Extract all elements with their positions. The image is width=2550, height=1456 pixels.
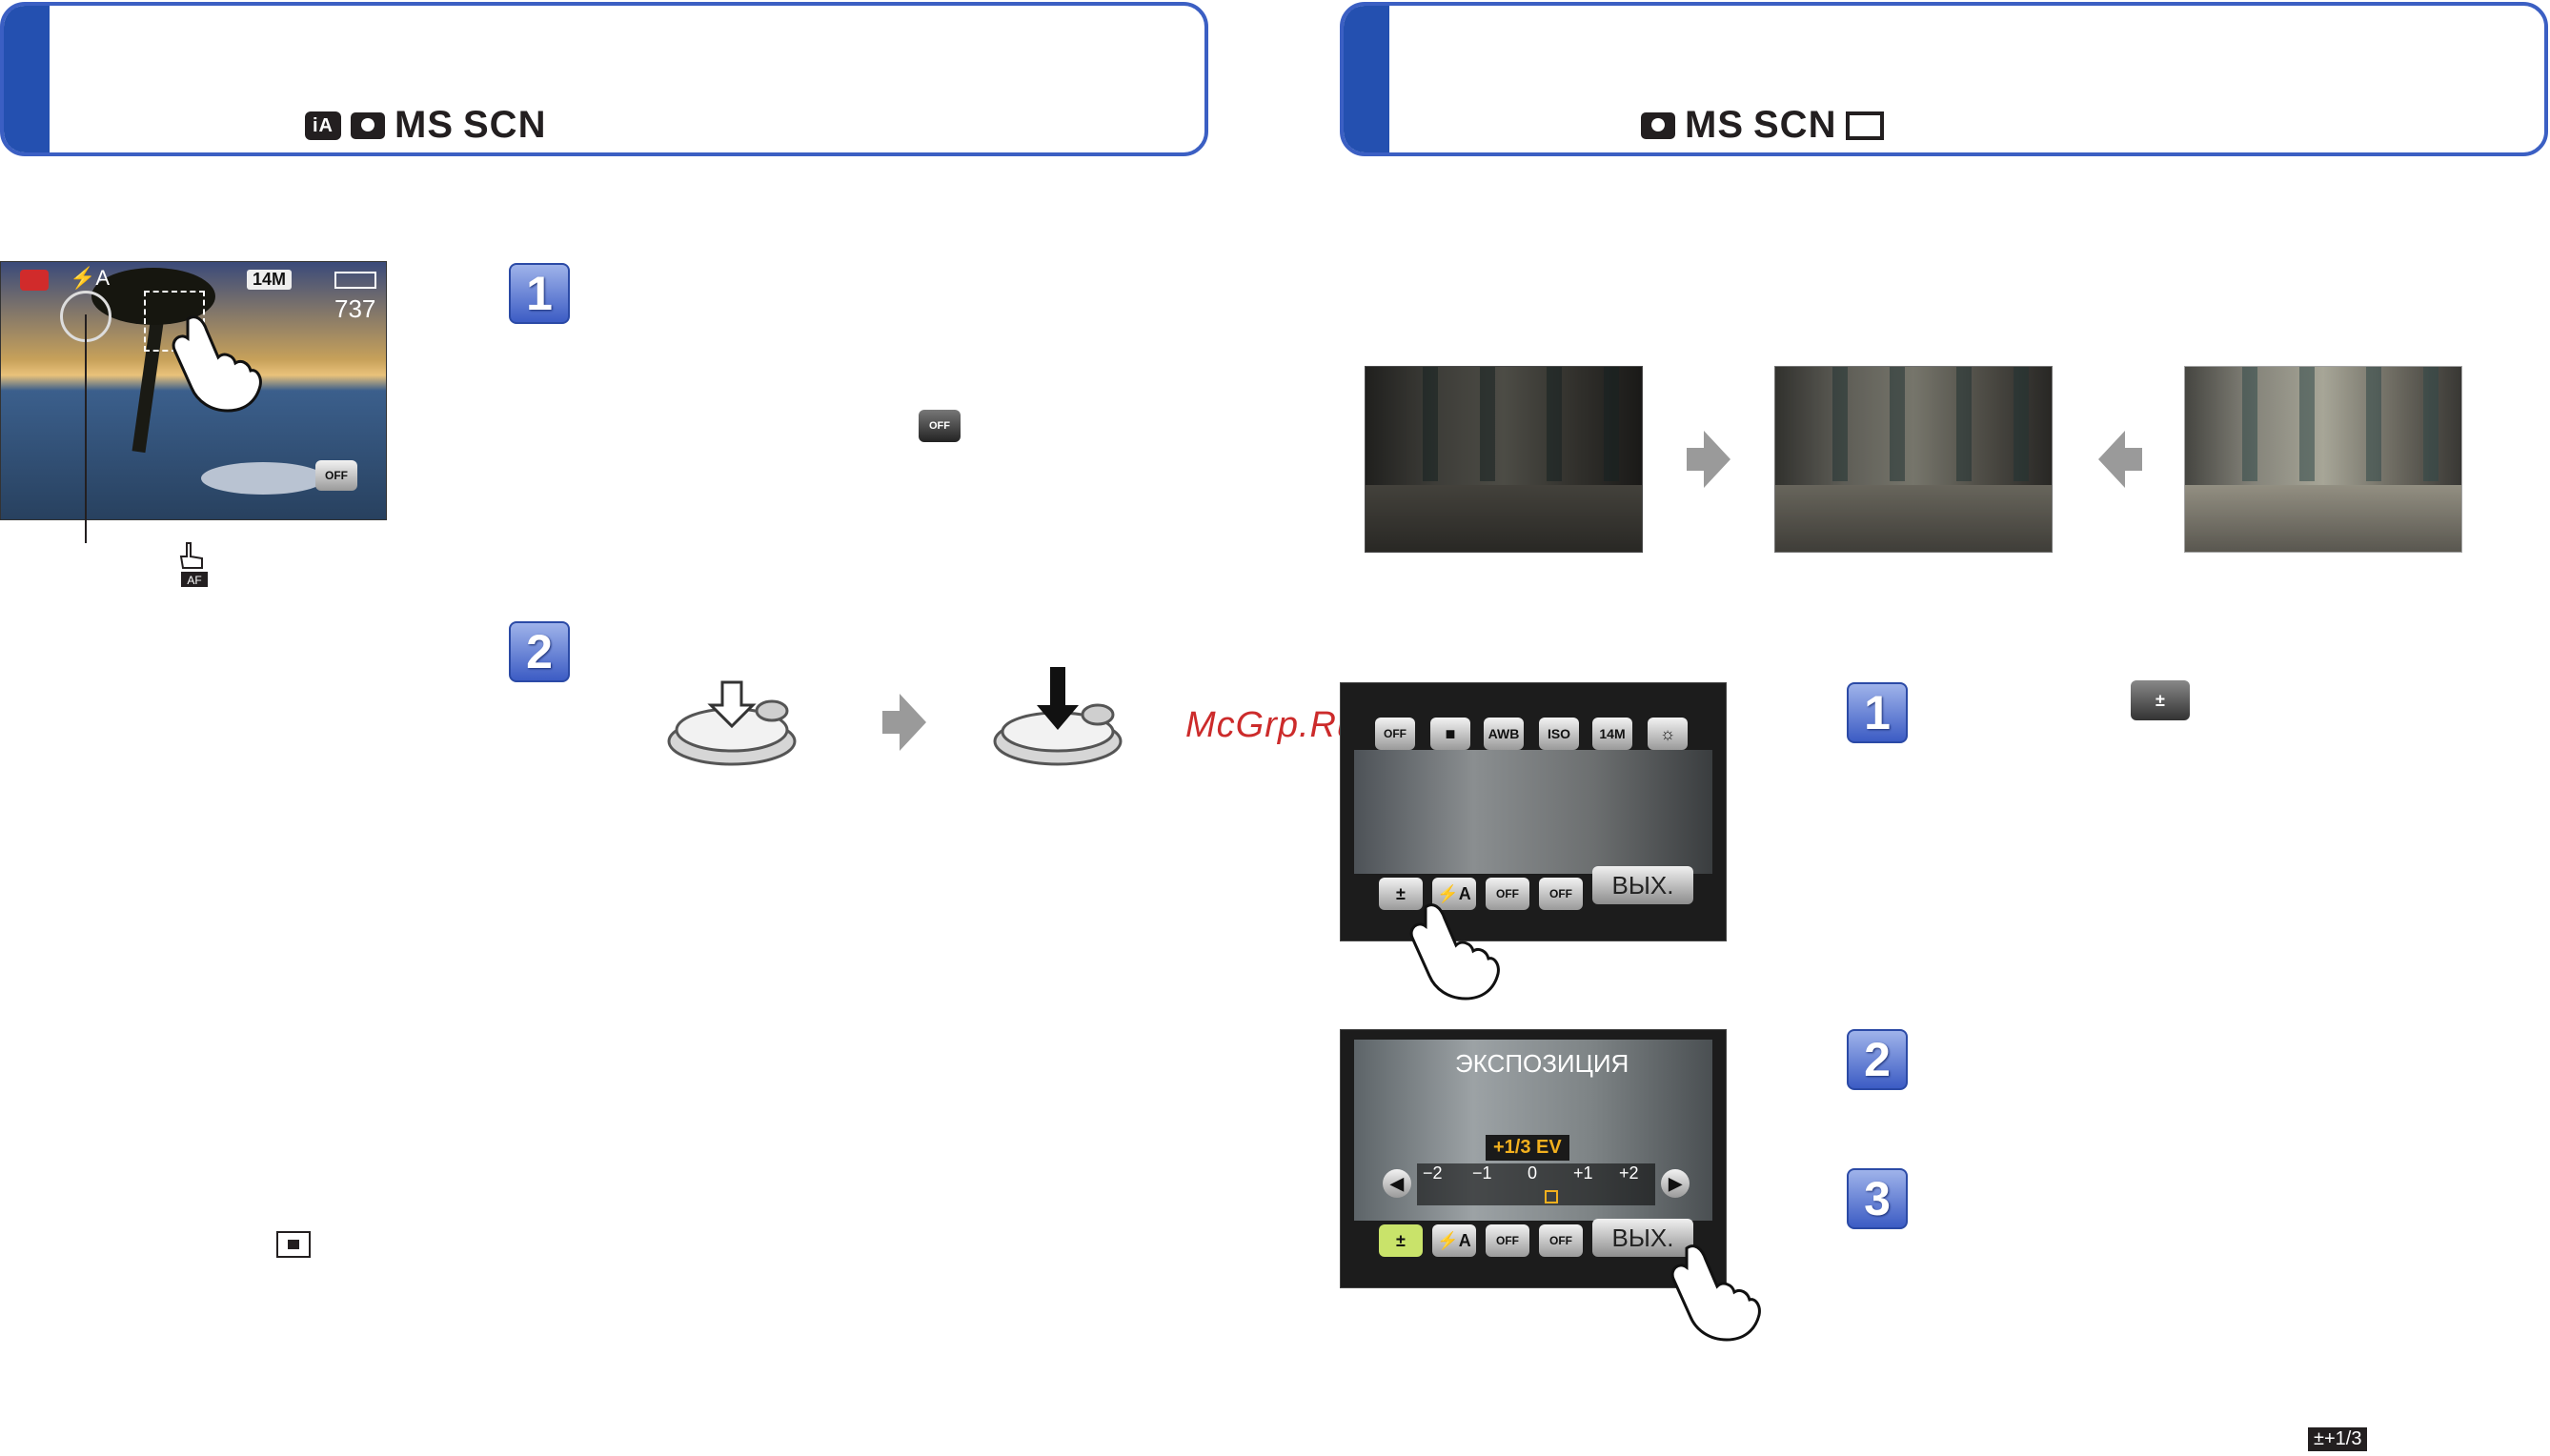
arrow-left-icon [2098, 431, 2142, 488]
ev-tick-label: +1 [1573, 1163, 1593, 1183]
ev-current-marker [1545, 1190, 1558, 1203]
pillar [1423, 367, 1438, 481]
self-timer-button[interactable]: OFF [1539, 1224, 1583, 1257]
scn-mode-label: SCN [463, 104, 547, 146]
pillar [1547, 367, 1562, 481]
photo-proper-exposure [1774, 366, 2053, 553]
pointing-hand-icon [1670, 1244, 1761, 1342]
ms-mode-label: MS [1685, 104, 1744, 146]
watermark-text: McGrp.Ru [1185, 705, 1359, 745]
pillar [2366, 367, 2381, 481]
arrow-right-icon [1687, 431, 1730, 488]
af-mode-icon-fill [288, 1240, 299, 1249]
ia-mode-icon: iA [305, 111, 341, 140]
lcd-touch-af-screen: ⚡A 14M 737 OFF [0, 261, 387, 520]
pillar [2242, 367, 2257, 481]
touch-af-icon: AF [179, 542, 208, 587]
floor [1366, 485, 1642, 552]
camera-mode-icon [20, 270, 49, 291]
ev-value-badge: +1/3 EV [1486, 1135, 1569, 1161]
camera-mode-icon [1641, 111, 1675, 139]
pointing-hand-icon [172, 315, 262, 413]
exposure-compensation-indicator: ±+1/3 [2308, 1427, 2368, 1451]
quick-menu-top-icon[interactable]: ISO [1539, 718, 1579, 750]
camera-mode-icon [351, 111, 385, 139]
movie-mode-icon [1846, 111, 1885, 140]
step-3-badge: 3 [1847, 1168, 1908, 1229]
quick-menu-top-icon[interactable]: ☼ [1648, 718, 1688, 750]
af-mode-icon [276, 1231, 311, 1258]
pillar [2299, 367, 2315, 481]
photo-overexposed [2184, 366, 2462, 553]
floor [1775, 485, 2052, 552]
table [201, 462, 325, 495]
pillar [1956, 367, 1972, 481]
touch-af-off-button[interactable]: OFF [315, 460, 357, 491]
right-mode-icons: MS SCN [1641, 104, 1885, 147]
self-timer-button[interactable]: OFF [1539, 878, 1583, 910]
exit-button[interactable]: ВЫХ. [1592, 866, 1693, 904]
right-header-tab [1344, 6, 1389, 152]
left-header-tab [4, 6, 50, 152]
scn-mode-label: SCN [1753, 104, 1837, 146]
pillar [1890, 367, 1905, 481]
ev-tick-label: −2 [1423, 1163, 1443, 1183]
left-mode-icons: iA MS SCN [305, 104, 546, 147]
quick-menu-top-icon[interactable]: ■ [1430, 718, 1470, 750]
quick-menu-top-icon[interactable]: 14M [1592, 718, 1632, 750]
exposure-icon: ± [2131, 680, 2190, 720]
right-header-box: MS SCN [1340, 2, 2548, 156]
screen-photo-bg [1354, 750, 1712, 874]
ev-increase-button[interactable]: ▶ [1661, 1169, 1690, 1198]
step-2-badge: 2 [1847, 1029, 1908, 1090]
pillar [2014, 367, 2029, 481]
shutter-half-press-icon [667, 680, 797, 766]
pointing-hand-icon [1409, 903, 1500, 1001]
step-1-badge: 1 [509, 263, 570, 324]
flash-button[interactable]: ⚡A [1432, 1224, 1476, 1257]
arrow-right-icon [882, 694, 926, 751]
macro-button[interactable]: OFF [1486, 1224, 1529, 1257]
step-1-badge: 1 [1847, 682, 1908, 743]
battery-icon [334, 272, 376, 289]
photo-underexposed [1365, 366, 1643, 553]
pillar [2423, 367, 2439, 481]
ev-tick-label: −1 [1472, 1163, 1492, 1183]
quick-menu-top-icon[interactable]: AWB [1484, 718, 1524, 750]
pillar [1832, 367, 1848, 481]
svg-text:AF: AF [187, 574, 201, 587]
ev-decrease-button[interactable]: ◀ [1383, 1169, 1411, 1198]
step-2-badge: 2 [509, 621, 570, 682]
floor [2185, 485, 2461, 552]
touch-af-off-icon: OFF [919, 410, 961, 442]
flash-indicator: ⚡A [70, 266, 111, 290]
quick-menu-top-icon[interactable]: OFF [1375, 718, 1415, 750]
quick-menu-screen: OFF ■ AWB ISO 14M ☼ ± ⚡A OFF OFF ВЫХ. [1340, 682, 1727, 941]
callout-line [85, 314, 87, 543]
shots-remaining: 737 [334, 294, 376, 323]
pillar [1604, 367, 1619, 481]
exposure-title: ЭКСПОЗИЦИЯ [1455, 1049, 1629, 1078]
pillar [1480, 367, 1495, 481]
shutter-full-press-icon [993, 667, 1123, 766]
exposure-button[interactable]: ± [1379, 1224, 1423, 1257]
ev-scale: −2 −1 0 +1 +2 [1417, 1163, 1655, 1205]
ev-tick-label: 0 [1528, 1163, 1538, 1183]
ms-mode-label: MS [395, 104, 454, 146]
left-header-box: iA MS SCN [0, 2, 1208, 156]
resolution-badge: 14M [247, 270, 293, 290]
ev-tick-label: +2 [1619, 1163, 1639, 1183]
